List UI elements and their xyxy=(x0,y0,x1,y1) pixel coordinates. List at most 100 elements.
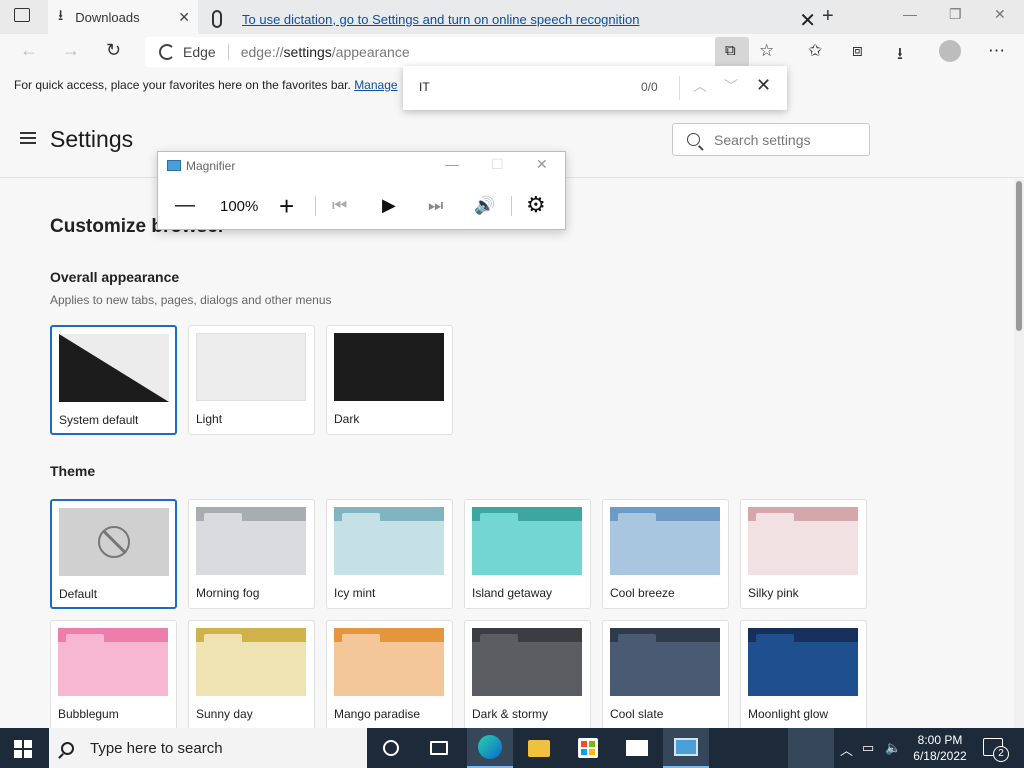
light-preview xyxy=(196,333,306,401)
scrollbar-thumb[interactable] xyxy=(1016,181,1022,331)
dictation-close-icon[interactable]: ✕ xyxy=(799,8,816,33)
theme-option[interactable]: Bubblegum xyxy=(50,620,177,730)
show-hidden-icons[interactable]: ︿ xyxy=(840,740,853,759)
tab-downloads[interactable]: ⭳ Downloads ✕ xyxy=(48,0,198,34)
volume-muted-icon[interactable]: 🔈 xyxy=(885,740,901,756)
manage-favorites-link[interactable]: Manage xyxy=(354,78,397,92)
theme-preview-tab xyxy=(204,634,242,642)
theme-option-label: Cool slate xyxy=(610,707,664,721)
notification-count-badge: 2 xyxy=(993,746,1009,762)
address-bar[interactable]: Edge edge://settings/appearance xyxy=(145,37,715,67)
cortana-button[interactable] xyxy=(368,728,414,768)
search-settings-input[interactable]: Search settings xyxy=(672,123,870,156)
minimize-icon[interactable]: — xyxy=(903,6,917,22)
magnifier-separator xyxy=(511,196,512,216)
find-previous-icon[interactable]: ︿ xyxy=(693,76,707,96)
theme-preview-tab xyxy=(756,513,794,521)
taskbar-file-explorer[interactable] xyxy=(516,728,562,768)
theme-preview-tab xyxy=(204,513,242,521)
close-window-icon[interactable]: ✕ xyxy=(994,6,1006,23)
magnifier-settings-icon[interactable]: ⚙ xyxy=(526,192,546,218)
new-tab-button[interactable]: + xyxy=(822,5,834,28)
theme-option[interactable]: Morning fog xyxy=(188,499,315,609)
theme-preview xyxy=(196,507,306,575)
theme-option[interactable]: Cool breeze xyxy=(602,499,729,609)
scrollbar[interactable] xyxy=(1014,179,1024,728)
theme-preview-body xyxy=(58,642,168,696)
theme-option[interactable]: Cool slate xyxy=(602,620,729,730)
theme-preview xyxy=(748,628,858,696)
restore-icon[interactable]: ❐ xyxy=(949,6,962,23)
magnifier-minimize-icon[interactable]: — xyxy=(445,156,459,172)
appearance-option-dark[interactable]: Dark xyxy=(326,325,453,435)
find-input[interactable]: IT xyxy=(419,80,430,94)
theme-preview xyxy=(472,628,582,696)
magnifier-separator xyxy=(315,196,316,216)
omnibox-separator xyxy=(227,44,229,60)
menu-icon[interactable] xyxy=(20,132,36,147)
find-separator xyxy=(679,76,680,100)
find-on-page-button[interactable]: ⧉ xyxy=(715,37,749,67)
add-favorite-icon[interactable]: ☆ xyxy=(759,41,774,61)
magnifier-window: Magnifier — ☐ ✕ — 100% + ⏮ ▶ ⏭ 🔊 ⚙ xyxy=(157,151,566,230)
magnifier-app-icon xyxy=(167,160,181,171)
page-title: Settings xyxy=(50,126,134,152)
taskbar-magnifier[interactable] xyxy=(663,728,709,768)
tab-close-icon[interactable]: ✕ xyxy=(178,9,190,26)
theme-option[interactable]: Icy mint xyxy=(326,499,453,609)
theme-option[interactable]: Sunny day xyxy=(188,620,315,730)
theme-option-label: Island getaway xyxy=(472,586,553,600)
taskbar-store[interactable] xyxy=(565,728,611,768)
theme-preview xyxy=(334,507,444,575)
mail-icon xyxy=(626,740,648,756)
edge-icon xyxy=(159,44,175,60)
tab-strip: ⭳ Downloads ✕ To use dictation, go to Se… xyxy=(0,0,1024,38)
find-next-icon[interactable]: ﹀ xyxy=(724,76,738,96)
appearance-option-light[interactable]: Light xyxy=(188,325,315,435)
appearance-option-label: Light xyxy=(196,412,223,426)
theme-preview-body xyxy=(748,521,858,575)
more-menu-icon[interactable]: ⋯ xyxy=(988,41,1005,61)
search-icon xyxy=(687,133,700,146)
dictation-settings-link[interactable]: To use dictation, go to Settings and tur… xyxy=(242,12,640,27)
appearance-option-system-default[interactable]: System default xyxy=(50,325,177,435)
tab-actions-icon[interactable] xyxy=(14,8,30,22)
system-default-preview-art xyxy=(59,334,169,402)
read-next-icon[interactable]: ⏭ xyxy=(428,196,443,216)
collections-icon[interactable]: ⧈ xyxy=(852,41,863,61)
back-button[interactable]: ← xyxy=(20,40,38,61)
theme-preview xyxy=(59,508,169,576)
appearance-option-label: System default xyxy=(59,413,139,427)
task-view-button[interactable] xyxy=(416,728,462,768)
windows-start-icon[interactable] xyxy=(14,740,32,758)
zoom-in-icon[interactable]: + xyxy=(279,191,294,222)
theme-option[interactable]: Island getaway xyxy=(464,499,591,609)
theme-option[interactable]: Default xyxy=(50,499,177,609)
site-identity[interactable]: Edge xyxy=(159,44,216,60)
favorites-icon[interactable]: ✩ xyxy=(808,41,822,61)
network-icon[interactable]: ▭ xyxy=(862,740,874,756)
theme-option[interactable]: Mango paradise xyxy=(326,620,453,730)
theme-option[interactable]: Moonlight glow xyxy=(740,620,867,730)
no-theme-icon xyxy=(98,526,130,558)
read-from-here-icon[interactable]: 🔊 xyxy=(474,196,495,216)
magnifier-toolbar: — 100% + ⏮ ▶ ⏭ 🔊 ⚙ xyxy=(158,190,567,222)
microphone-icon xyxy=(212,10,222,28)
taskbar-search-box[interactable]: Type here to search xyxy=(49,728,367,768)
taskbar-search-placeholder: Type here to search xyxy=(90,739,223,757)
theme-option-label: Cool breeze xyxy=(610,586,675,600)
theme-option[interactable]: Dark & stormy xyxy=(464,620,591,730)
downloads-icon[interactable]: ⭳ xyxy=(897,41,903,70)
theme-option[interactable]: Silky pink xyxy=(740,499,867,609)
taskbar-edge[interactable] xyxy=(467,728,513,768)
magnifier-close-icon[interactable]: ✕ xyxy=(536,156,548,173)
play-icon[interactable]: ▶ xyxy=(382,195,396,216)
zoom-out-icon[interactable]: — xyxy=(175,194,195,217)
refresh-button[interactable]: ↻ xyxy=(106,40,121,61)
taskbar-mail[interactable] xyxy=(614,728,660,768)
clock[interactable]: 8:00 PM 6/18/2022 xyxy=(905,732,975,764)
profile-avatar[interactable] xyxy=(939,40,961,62)
forward-button[interactable]: → xyxy=(62,40,80,61)
find-close-icon[interactable]: ✕ xyxy=(756,75,771,96)
theme-option-label: Silky pink xyxy=(748,586,799,600)
